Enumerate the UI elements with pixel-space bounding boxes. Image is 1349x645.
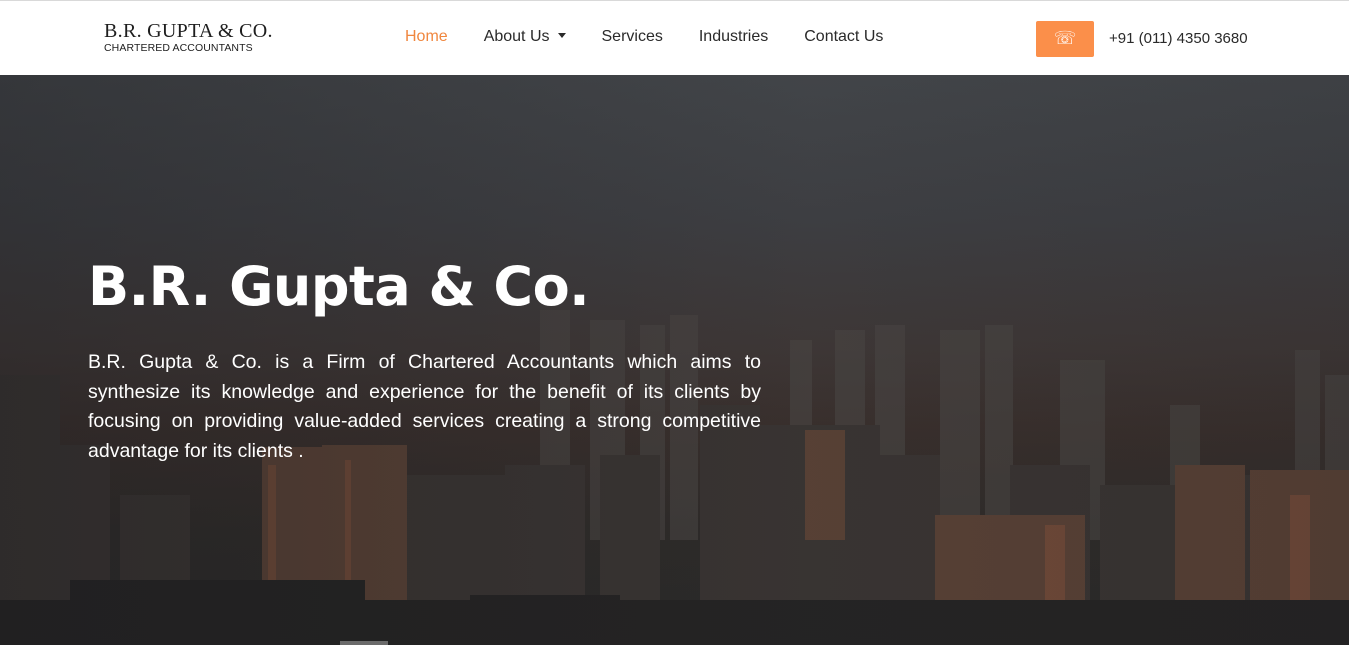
nav-item-about-us[interactable]: About Us	[484, 27, 566, 47]
nav-item-about-us-label: About Us	[483, 28, 550, 45]
brand-tagline: CHARTERED ACCOUNTANTS	[104, 42, 253, 54]
call-button[interactable]: ☏	[1036, 21, 1094, 57]
phone-number[interactable]: +91 (011) 4350 3680	[1109, 30, 1248, 48]
nav-item-contact-us[interactable]: Contact Us	[804, 27, 883, 47]
hero-banner: B.R. Gupta & Co. B.R. Gupta & Co. is a F…	[0, 75, 1349, 645]
nav-item-industries[interactable]: Industries	[699, 27, 768, 47]
main-nav: Home About Us Services Industries Contac…	[405, 27, 919, 47]
phone-icon: ☏	[1053, 28, 1077, 49]
brand-name: B.R. GUPTA & CO.	[104, 20, 273, 42]
hero-description: B.R. Gupta & Co. is a Firm of Chartered …	[88, 351, 761, 462]
nav-item-services[interactable]: Services	[602, 27, 663, 47]
chevron-down-icon	[557, 33, 566, 38]
top-navbar: B.R. GUPTA & CO. CHARTERED ACCOUNTANTS H…	[0, 0, 1349, 75]
nav-item-home[interactable]: Home	[405, 27, 448, 47]
slider-indicator[interactable]	[340, 641, 388, 645]
brand-logo[interactable]: B.R. GUPTA & CO. CHARTERED ACCOUNTANTS	[104, 20, 273, 54]
hero-title: B.R. Gupta & Co.	[88, 255, 590, 318]
